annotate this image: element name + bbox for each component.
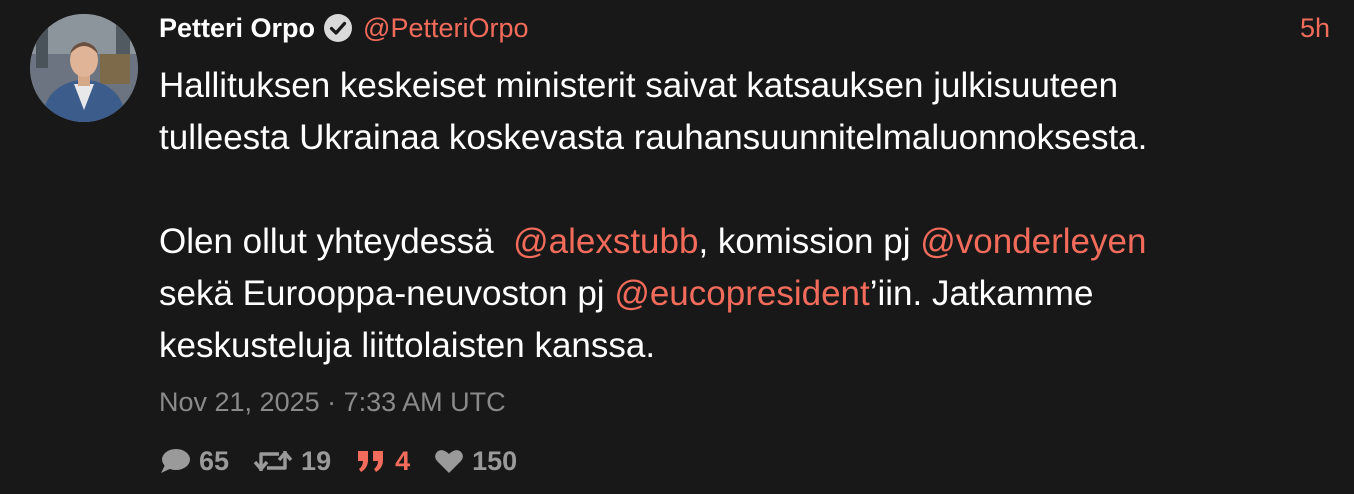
tweet-line: keskusteluja liittolaisten kanssa.: [159, 326, 656, 365]
timestamp-relative[interactable]: 5h: [1300, 10, 1330, 46]
mention-link[interactable]: @vonderleyen: [920, 222, 1146, 261]
like-button[interactable]: 150: [434, 446, 517, 477]
tweet-line: Olen ollut yhteydessä @alexstubb, komiss…: [159, 216, 1329, 268]
mention-link[interactable]: @eucopresident: [614, 274, 869, 313]
tweet-line: Hallituksen keskeiset ministerit saivat …: [159, 66, 1119, 105]
avatar[interactable]: [30, 14, 138, 122]
quote-count: 4: [395, 445, 411, 476]
tweet-text: Hallituksen keskeiset ministerit saivat …: [159, 60, 1329, 372]
like-count: 150: [472, 445, 518, 476]
retweet-icon: [253, 451, 293, 471]
reply-button[interactable]: 65: [159, 446, 229, 477]
tweet-text-segment: sekä Eurooppa-neuvoston pj: [159, 274, 615, 313]
avatar-photo: [30, 14, 138, 122]
tweet-stats: 65 19 4 150: [159, 443, 541, 479]
verified-check-icon: [323, 13, 353, 43]
tweet-header: Petteri Orpo @PetteriOrpo: [159, 10, 529, 46]
tweet-date[interactable]: Nov 21, 2025 · 7:33 AM UTC: [159, 387, 506, 418]
retweet-button[interactable]: 19: [253, 446, 331, 477]
tweet-line: tulleesta Ukrainaa koskevasta rauhansuun…: [159, 118, 1148, 157]
reply-count: 65: [199, 445, 230, 476]
quote-button[interactable]: 4: [355, 446, 410, 477]
tweet-text-segment: ’iin. Jatkamme: [869, 274, 1094, 313]
tweet-line: sekä Eurooppa-neuvoston pj @eucopresiden…: [159, 268, 1329, 320]
retweet-count: 19: [301, 445, 332, 476]
comment-icon: [161, 449, 190, 473]
quote-icon: [358, 451, 384, 472]
display-name[interactable]: Petteri Orpo: [159, 13, 315, 44]
mention-link[interactable]: @alexstubb: [513, 222, 698, 261]
heart-icon: [435, 450, 464, 473]
tweet-text-segment: , komission pj: [698, 222, 921, 261]
author-handle[interactable]: @PetteriOrpo: [363, 13, 528, 44]
tweet-text-segment: Olen ollut yhteydessä: [159, 222, 514, 261]
